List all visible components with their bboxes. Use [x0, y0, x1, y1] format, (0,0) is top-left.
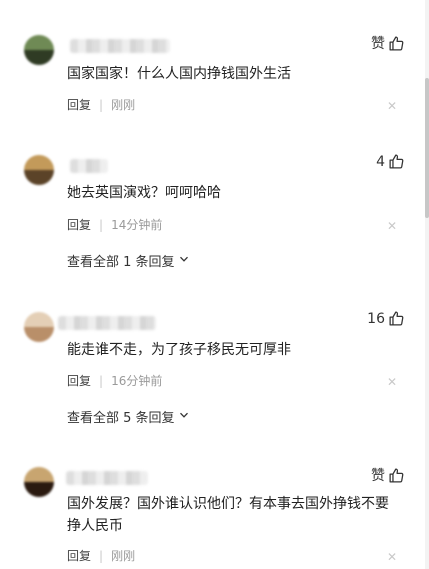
comment-text: 能走谁不走，为了孩子移民无可厚非 [67, 342, 291, 358]
like-button[interactable]: 赞 [371, 465, 405, 485]
avatar[interactable] [24, 467, 54, 497]
scrollbar-track[interactable] [425, 0, 429, 569]
close-icon[interactable]: ✕ [387, 100, 397, 112]
like-count: 赞 [371, 468, 385, 484]
avatar[interactable] [24, 35, 54, 65]
chevron-down-icon [179, 409, 189, 424]
like-count: 16 [367, 310, 385, 327]
thumbs-up-icon [388, 467, 405, 484]
close-icon[interactable]: ✕ [387, 551, 397, 563]
like-count: 赞 [371, 36, 385, 52]
username-blurred[interactable] [66, 471, 148, 485]
meta-divider: | [99, 97, 104, 112]
close-icon[interactable]: ✕ [387, 220, 397, 232]
scrollbar-thumb[interactable] [425, 78, 429, 218]
comment-text: 国家国家！什么人国内挣钱国外生活 [67, 66, 291, 82]
chevron-down-icon [179, 253, 189, 268]
close-icon[interactable]: ✕ [387, 376, 397, 388]
thumbs-up-icon [388, 310, 405, 327]
comment-meta: 回复 | 刚刚 [67, 547, 135, 564]
comment-meta: 回复 | 刚刚 [67, 96, 135, 113]
thumbs-up-icon [388, 153, 405, 170]
meta-divider: | [99, 373, 104, 388]
like-count: 4 [376, 153, 385, 170]
comment-text: 国外发展？国外谁认识他们？有本事去国外挣钱不要挣人民币 [67, 496, 389, 534]
like-button[interactable]: 16 [367, 310, 405, 327]
comment-time: 刚刚 [111, 549, 136, 563]
reply-button[interactable]: 回复 [67, 216, 91, 233]
view-all-replies-link[interactable]: 查看全部 5 条回复 [67, 407, 189, 426]
comment-meta: 回复 | 14分钟前 [67, 216, 162, 233]
thumbs-up-icon [388, 35, 405, 52]
comment-meta: 回复 | 16分钟前 [67, 372, 162, 389]
reply-button[interactable]: 回复 [67, 547, 91, 564]
comment-time: 16分钟前 [111, 374, 163, 388]
username-blurred[interactable] [70, 39, 170, 53]
username-blurred[interactable] [70, 159, 108, 173]
view-all-replies-label: 查看全部 5 条回复 [67, 411, 175, 426]
comment-text: 她去英国演戏？呵呵哈哈 [67, 185, 221, 201]
avatar[interactable] [24, 312, 54, 342]
view-all-replies-label: 查看全部 1 条回复 [67, 255, 175, 270]
like-button[interactable]: 4 [376, 153, 405, 170]
like-button[interactable]: 赞 [371, 33, 405, 53]
username-blurred[interactable] [58, 316, 156, 330]
meta-divider: | [99, 217, 104, 232]
reply-button[interactable]: 回复 [67, 372, 91, 389]
view-all-replies-link[interactable]: 查看全部 1 条回复 [67, 251, 189, 270]
comment-time: 14分钟前 [111, 218, 163, 232]
avatar[interactable] [24, 155, 54, 185]
reply-button[interactable]: 回复 [67, 96, 91, 113]
comment-time: 刚刚 [111, 98, 136, 112]
meta-divider: | [99, 548, 104, 563]
